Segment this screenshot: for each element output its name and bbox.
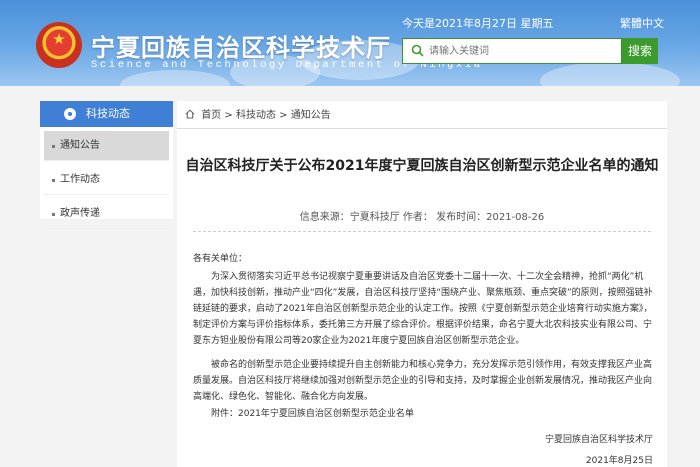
divider [177, 128, 667, 129]
bullet-icon [52, 179, 55, 182]
sidebar-item-policy-voice[interactable]: 政声传递 [44, 199, 169, 229]
bullet-icon [52, 213, 55, 216]
search-box [402, 38, 622, 64]
breadcrumb-separator: > [279, 110, 288, 121]
article-paragraph: 被命名的创新型示范企业要持续提升自主创新能力和核心竞争力，充分发挥示范引领作用，… [193, 360, 653, 402]
breadcrumb-level1[interactable]: 科技动态 [236, 110, 276, 121]
breadcrumb-separator: > [224, 110, 233, 121]
cloud-decoration [120, 70, 230, 86]
article-attachment-link[interactable]: 附件：2021年宁夏回族自治区创新型示范企业名单 [193, 406, 655, 422]
bullet-icon [52, 145, 55, 148]
search-input[interactable] [429, 39, 619, 63]
article-signature: 宁夏回族自治区科学技术厅 [544, 435, 653, 445]
traditional-chinese-link[interactable]: 繁體中文 [620, 15, 664, 31]
sidebar-item-label: 工作动态 [60, 174, 100, 185]
home-icon [185, 109, 195, 119]
sidebar-heading-label: 科技动态 [86, 107, 130, 120]
article-panel: 首页 > 科技动态 > 通知公告 自治区科技厅关于公布2021年度宁夏回族自治区… [177, 101, 667, 467]
section-icon [64, 108, 76, 120]
sidebar-item-label: 通知公告 [60, 140, 100, 151]
sidebar-item-label: 政声传递 [60, 208, 100, 219]
article-salutation: 各有关单位： [193, 254, 248, 264]
current-date: 今天是2021年8月27日 星期五 [402, 17, 554, 30]
site-header: ★ 宁夏回族自治区科学技术厅 Science and Technology De… [0, 0, 700, 86]
sidebar-heading: 科技动态 [40, 101, 173, 127]
breadcrumb: 首页 > 科技动态 > 通知公告 [185, 109, 331, 123]
site-title[interactable]: 宁夏回族自治区科学技术厅 [91, 28, 391, 63]
article-sign-date: 2021年8月25日 [585, 456, 653, 466]
search-icon [411, 44, 424, 57]
cloud-decoration [540, 62, 680, 86]
search-button[interactable]: 搜索 [622, 38, 658, 64]
divider [193, 231, 651, 232]
breadcrumb-home[interactable]: 首页 [201, 110, 221, 121]
national-emblem-icon[interactable]: ★ [36, 22, 82, 68]
sidebar: 科技动态 通知公告 工作动态 政声传递 [40, 101, 173, 229]
article-title: 自治区科技厅关于公布2021年度宁夏回族自治区创新型示范企业名单的通知 [185, 158, 659, 174]
sidebar-item-work-news[interactable]: 工作动态 [44, 165, 169, 195]
sidebar-item-notices[interactable]: 通知公告 [44, 131, 169, 161]
article-meta: 信息来源：宁夏科技厅 作者： 发布时间：2021-08-26 [299, 212, 545, 223]
breadcrumb-level2[interactable]: 通知公告 [291, 110, 331, 121]
article-paragraph: 为深入贯彻落实习近平总书记视察宁夏重要讲话及自治区党委十二届十一次、十二次全会精… [193, 272, 653, 346]
